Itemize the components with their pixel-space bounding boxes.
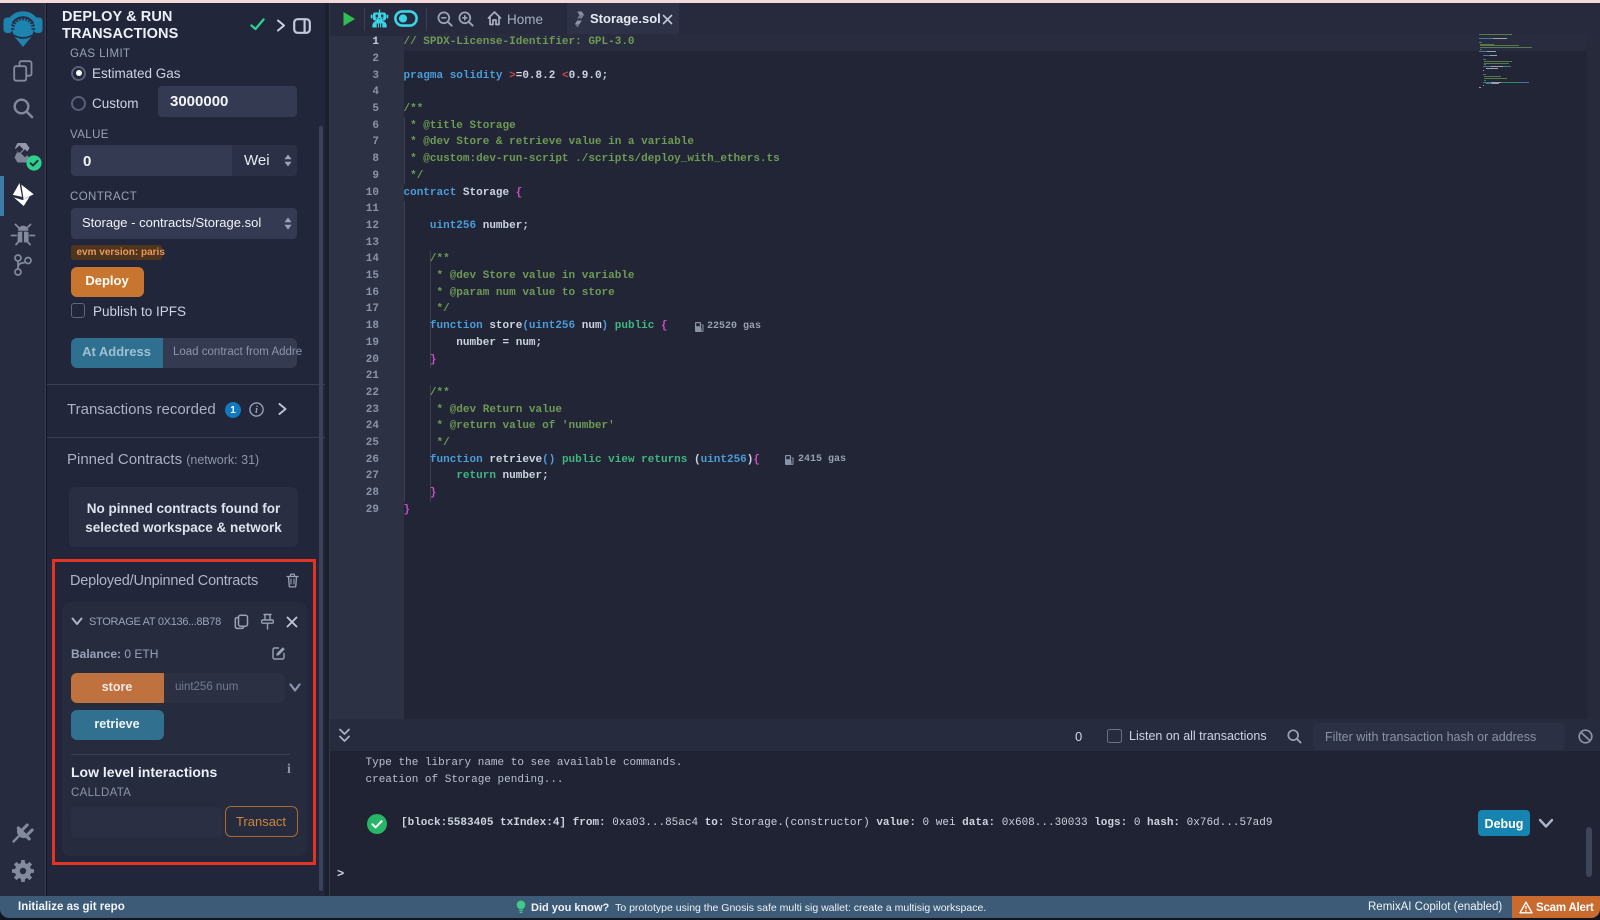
svg-text:i: i [255,405,258,416]
